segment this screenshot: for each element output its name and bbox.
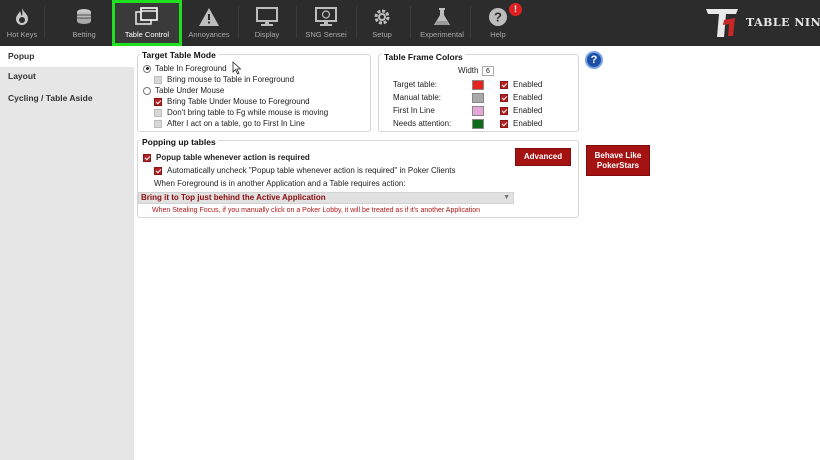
flame-icon xyxy=(0,6,44,28)
frame-color-label: Target table: xyxy=(393,80,438,89)
toolbar-help-button[interactable]: ? ! Help xyxy=(476,0,522,46)
foreground-action-dropdown[interactable]: Bring it to Top just behind the Active A… xyxy=(138,192,514,204)
toolbar-table-control-button[interactable]: Table Control xyxy=(112,0,182,46)
checkbox[interactable] xyxy=(154,119,162,128)
logo-text: TABLE NINJA xyxy=(746,16,820,29)
needs-attention-color-swatch[interactable] xyxy=(472,119,484,129)
manual-table-color-swatch[interactable] xyxy=(472,93,484,103)
check-first-in-line-enabled[interactable]: Enabled xyxy=(500,106,542,115)
check-go-to-first-in-line[interactable]: After I act on a table, go to First In L… xyxy=(154,119,305,128)
frame-color-label: Needs attention: xyxy=(393,119,452,128)
monitor-icon xyxy=(244,6,290,28)
help-button[interactable]: ? xyxy=(585,51,603,69)
when-foreground-text: When Foreground is in another Applicatio… xyxy=(154,179,406,188)
toolbar-setup-button[interactable]: Setup xyxy=(360,0,404,46)
frame-color-label: Manual table: xyxy=(393,93,442,102)
help-alert-badge: ! xyxy=(509,3,522,16)
dropdown-arrow-icon: ▼ xyxy=(503,194,510,201)
check-needs-attention-enabled[interactable]: Enabled xyxy=(500,119,542,128)
radio-table-under-mouse[interactable]: Table Under Mouse xyxy=(143,86,224,95)
windows-icon xyxy=(115,6,179,28)
sidebar-item-popup[interactable]: Popup xyxy=(0,46,134,67)
toolbar-label: Table Control xyxy=(124,30,170,39)
mouse-cursor-icon xyxy=(232,61,242,75)
toolbar-experimental-button[interactable]: Experimental xyxy=(416,0,468,46)
toolbar-label: Annoyances xyxy=(188,30,230,39)
toolbar-annoyances-button[interactable]: Annoyances xyxy=(186,0,232,46)
sidebar-item-layout[interactable]: Layout xyxy=(0,66,134,87)
stealing-focus-note: When Stealing Focus, if you manually cli… xyxy=(152,207,481,214)
toolbar-sng-sensei-button[interactable]: SNG Sensei xyxy=(300,0,352,46)
dropdown-value: Bring it to Top just behind the Active A… xyxy=(141,193,326,202)
gear-icon xyxy=(360,6,404,28)
flask-icon xyxy=(416,6,468,28)
ninja-monogram-icon xyxy=(706,9,738,37)
toolbar-label: Betting xyxy=(72,30,96,39)
toolbar-betting-button[interactable]: Betting xyxy=(62,0,106,46)
frame-color-label: First In Line xyxy=(393,106,435,115)
radio-table-in-foreground[interactable]: Table In Foreground xyxy=(143,64,227,73)
toolbar-label: Setup xyxy=(372,30,392,39)
check-popup-when-action-required[interactable]: Popup table whenever action is required xyxy=(143,153,310,162)
sidebar-item-cycling-table-aside[interactable]: Cycling / Table Aside xyxy=(0,88,134,109)
toolbar-label: SNG Sensei xyxy=(305,30,347,39)
check-bring-mouse-to-table[interactable]: Bring mouse to Table in Foreground xyxy=(154,75,294,84)
toolbar-label: Experimental xyxy=(420,30,464,39)
frame-width-label: Width xyxy=(458,66,479,75)
main-panel: Target Table Mode Table In Foreground Br… xyxy=(134,46,820,460)
toolbar-label: Help xyxy=(490,30,506,39)
radio-button[interactable] xyxy=(143,64,151,73)
popping-up-tables-title: Popping up tables xyxy=(140,137,218,147)
toolbar-label: Hot Keys xyxy=(6,30,38,39)
warning-icon xyxy=(186,6,232,28)
svg-text:?: ? xyxy=(494,10,502,25)
checkbox[interactable] xyxy=(154,75,162,84)
checkbox[interactable] xyxy=(500,106,508,115)
chips-icon xyxy=(62,6,106,28)
check-target-table-enabled[interactable]: Enabled xyxy=(500,80,542,89)
checkbox[interactable] xyxy=(154,166,162,175)
checkbox[interactable] xyxy=(154,97,162,106)
toolbar-hot-keys-button[interactable]: Hot Keys xyxy=(0,0,44,46)
table-frame-colors-title: Table Frame Colors xyxy=(382,52,465,62)
toolbar-label: Display xyxy=(254,30,280,39)
radio-button[interactable] xyxy=(143,86,151,95)
target-table-color-swatch[interactable] xyxy=(472,80,484,90)
check-auto-uncheck-popup[interactable]: Automatically uncheck "Popup table whene… xyxy=(154,166,456,175)
checkbox[interactable] xyxy=(500,119,508,128)
frame-width-input[interactable]: 6 xyxy=(482,66,494,76)
toolbar-display-button[interactable]: Display xyxy=(244,0,290,46)
checkbox[interactable] xyxy=(154,108,162,117)
check-dont-bring-table-while-moving[interactable]: Don't bring table to Fg while mouse is m… xyxy=(154,108,328,117)
check-manual-table-enabled[interactable]: Enabled xyxy=(500,93,542,102)
target-table-mode-title: Target Table Mode xyxy=(140,50,218,60)
sng-monitor-icon xyxy=(300,6,352,28)
check-bring-table-under-mouse[interactable]: Bring Table Under Mouse to Foreground xyxy=(154,97,310,106)
advanced-button[interactable]: Advanced xyxy=(515,148,571,166)
checkbox[interactable] xyxy=(500,93,508,102)
table-ninja-logo: TABLE NINJA xyxy=(702,6,820,40)
main-toolbar: Hot Keys Betting Table Control Annoyance… xyxy=(0,0,820,46)
first-in-line-color-swatch[interactable] xyxy=(472,106,484,116)
sidebar: Popup Layout Cycling / Table Aside xyxy=(0,46,134,460)
checkbox[interactable] xyxy=(500,80,508,89)
behave-like-pokerstars-button[interactable]: Behave Like PokerStars xyxy=(586,145,650,176)
checkbox[interactable] xyxy=(143,153,151,162)
